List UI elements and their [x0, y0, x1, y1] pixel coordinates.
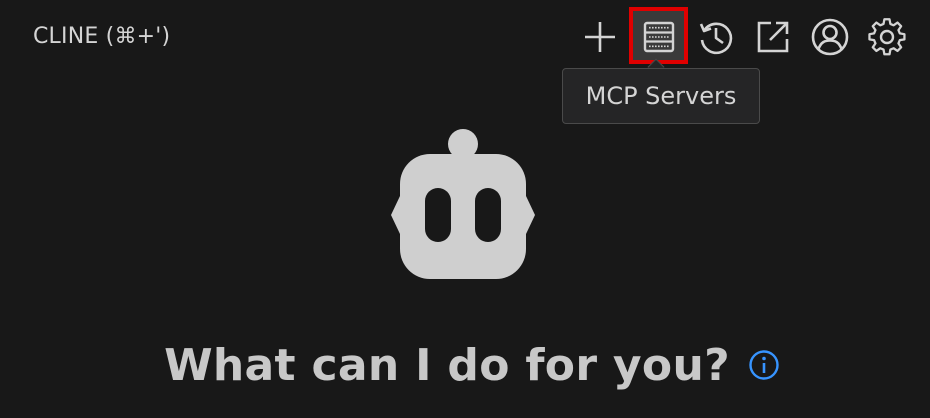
open-in-editor-button[interactable] [746, 10, 800, 64]
welcome-heading-row: What can I do for you? [0, 330, 930, 400]
mcp-servers-tooltip: MCP Servers [562, 68, 760, 124]
new-task-button[interactable] [573, 10, 627, 64]
welcome-heading: What can I do for you? [164, 339, 730, 391]
mcp-servers-button[interactable] [632, 10, 686, 64]
gear-icon [868, 18, 906, 56]
toolbar [0, 0, 930, 80]
account-button[interactable] [803, 10, 857, 64]
history-icon [699, 22, 733, 55]
settings-button[interactable] [860, 10, 914, 64]
plus-icon [585, 22, 615, 52]
robot-logo [388, 126, 538, 281]
cline-panel: CLINE (⌘+') MCP Servers What can I do fo… [0, 0, 930, 418]
external-link-icon [757, 21, 789, 53]
server-icon [643, 21, 675, 53]
cline-robot-icon [391, 129, 535, 279]
history-button[interactable] [689, 10, 743, 64]
info-icon[interactable] [748, 349, 780, 381]
user-circle-icon [811, 18, 849, 56]
